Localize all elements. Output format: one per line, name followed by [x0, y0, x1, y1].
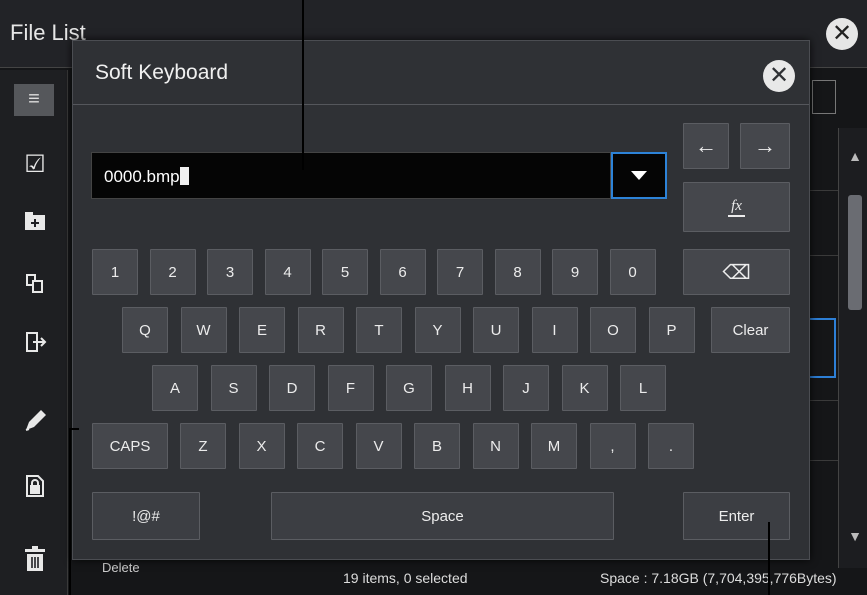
backspace-button[interactable]: ⌫ [683, 249, 790, 295]
letter-key[interactable]: V [355, 423, 402, 469]
symbols-button[interactable]: !@# [92, 492, 200, 540]
selected-row-highlight[interactable] [808, 318, 836, 378]
number-key[interactable]: 5 [322, 249, 368, 295]
space-button[interactable]: Space [271, 492, 614, 540]
menu-icon[interactable]: ≡ [14, 84, 54, 116]
cursor-left-button[interactable]: ← [683, 123, 729, 169]
status-items-count: 19 items, 0 selected [343, 570, 468, 586]
callout-line-enter [768, 522, 770, 595]
move-icon[interactable] [18, 330, 52, 364]
letter-key[interactable]: . [648, 423, 694, 469]
title-divider [73, 104, 809, 105]
new-folder-icon[interactable] [18, 208, 52, 242]
letter-key[interactable]: L [620, 365, 666, 411]
number-key[interactable]: 9 [552, 249, 598, 295]
letter-key[interactable]: , [589, 423, 636, 469]
callout-line-sidebar [69, 428, 71, 595]
check-icon[interactable]: ☑ [18, 148, 52, 182]
number-key[interactable]: 8 [494, 249, 541, 295]
scroll-down-icon[interactable]: ▼ [845, 528, 865, 544]
callout-tick-sidebar [69, 428, 79, 430]
delete-label: Delete [102, 560, 140, 575]
copy-icon[interactable] [18, 270, 52, 304]
letter-key[interactable]: A [152, 365, 198, 411]
text-cursor [179, 167, 189, 185]
number-key[interactable]: 0 [609, 249, 656, 295]
rename-pencil-icon[interactable] [18, 408, 52, 442]
file-list-header-box [812, 80, 836, 114]
letter-key[interactable]: J [503, 365, 549, 411]
delete-trash-icon[interactable] [18, 546, 52, 580]
fx-icon: fx [728, 198, 745, 217]
number-key[interactable]: 3 [207, 249, 253, 295]
history-dropdown-button[interactable] [611, 152, 667, 199]
filename-input-value: 0000.bmp [104, 167, 180, 186]
letter-key[interactable]: O [590, 307, 636, 353]
letter-key[interactable]: U [473, 307, 519, 353]
close-icon[interactable]: ✕ [763, 60, 795, 92]
letter-key[interactable]: G [386, 365, 432, 411]
chevron-down-icon [631, 171, 647, 180]
number-key[interactable]: 1 [92, 249, 138, 295]
letter-key[interactable]: C [297, 423, 343, 469]
status-free-space: Space : 7.18GB (7,704,395,776Bytes) [600, 570, 837, 586]
dialog-title: Soft Keyboard [95, 61, 229, 84]
letter-key[interactable]: H [444, 365, 491, 411]
letter-key[interactable]: D [269, 365, 315, 411]
letter-key[interactable]: W [180, 307, 227, 353]
letter-key[interactable]: E [239, 307, 285, 353]
letter-key[interactable]: Y [414, 307, 461, 353]
list-row-divider [808, 190, 838, 191]
caps-lock-button[interactable]: CAPS [92, 423, 168, 469]
letter-key[interactable]: K [561, 365, 608, 411]
scrollbar[interactable] [838, 128, 867, 568]
file-list-close-icon[interactable]: ✕ [826, 18, 858, 50]
letter-key[interactable]: B [414, 423, 460, 469]
number-key[interactable]: 6 [379, 249, 426, 295]
letter-key[interactable]: T [356, 307, 402, 353]
letter-key[interactable]: I [531, 307, 578, 353]
number-key[interactable]: 2 [149, 249, 196, 295]
list-row-divider [808, 460, 838, 461]
function-insert-button[interactable]: fx [683, 182, 790, 232]
list-row-divider [808, 400, 838, 401]
callout-line-input [302, 0, 304, 170]
number-key[interactable]: 4 [264, 249, 311, 295]
filename-input[interactable]: 0000.bmp [91, 152, 611, 199]
letter-key[interactable]: Q [122, 307, 168, 353]
letter-key[interactable]: Z [180, 423, 226, 469]
letter-key[interactable]: F [327, 365, 374, 411]
enter-button[interactable]: Enter [683, 492, 790, 540]
cursor-right-button[interactable]: → [740, 123, 790, 169]
list-row-divider [808, 255, 838, 256]
letter-key[interactable]: P [648, 307, 695, 353]
letter-key[interactable]: N [472, 423, 519, 469]
letter-key[interactable]: R [297, 307, 344, 353]
soft-keyboard-dialog: Soft Keyboard ✕ 0000.bmp ← → fx 12345678… [72, 40, 810, 560]
letter-key[interactable]: X [238, 423, 285, 469]
clear-button[interactable]: Clear [711, 307, 790, 353]
scroll-up-icon[interactable]: ▲ [845, 148, 865, 164]
letter-key[interactable]: M [531, 423, 577, 469]
scrollbar-thumb[interactable] [848, 195, 862, 310]
number-key[interactable]: 7 [437, 249, 483, 295]
letter-key[interactable]: S [210, 365, 257, 411]
protect-lock-icon[interactable] [18, 474, 52, 508]
